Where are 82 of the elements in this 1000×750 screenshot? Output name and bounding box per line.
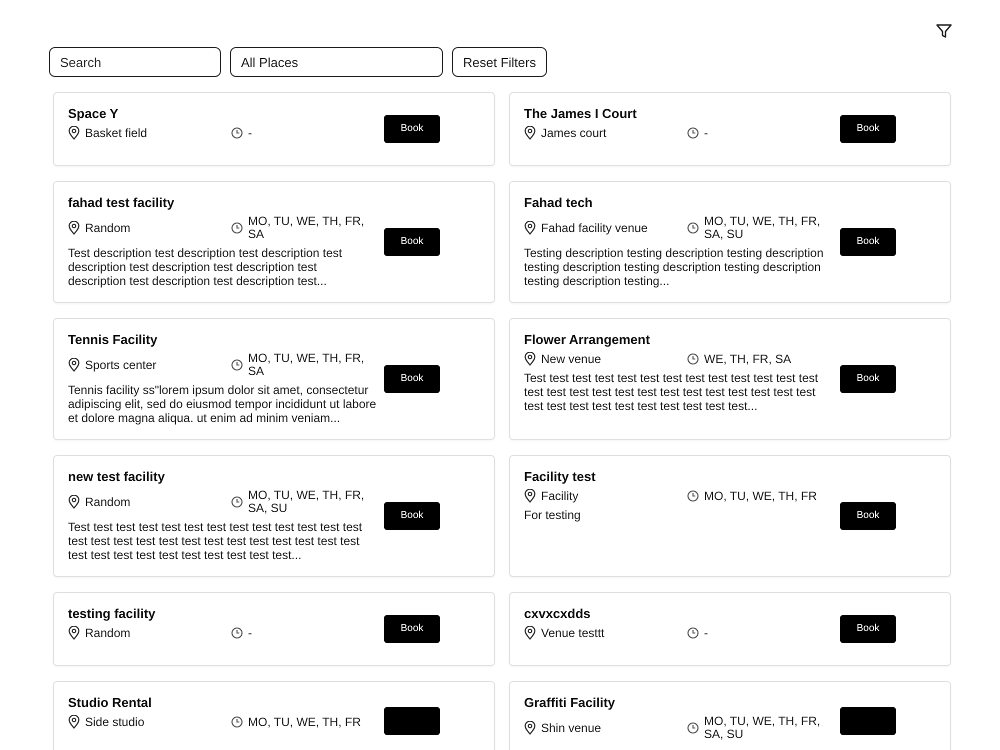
days-text: - [248, 626, 252, 640]
clock-icon [687, 722, 699, 734]
clock-icon [687, 127, 699, 139]
location-text: Shin venue [541, 722, 602, 734]
location-pin-icon [68, 626, 80, 640]
facility-name: Graffiti Facility [524, 695, 616, 710]
location-pin-icon [68, 715, 80, 729]
facility-description: Test test test test test test test test test test test test test test test test test test test test test test test test test test test test test test test test test test test test... [524, 371, 820, 413]
location-text: Random [85, 222, 130, 234]
location-text: New venue [541, 352, 602, 366]
facility-description: For testing [524, 508, 582, 522]
location-text: Side studio [85, 716, 144, 728]
book-button[interactable]: Book [840, 228, 896, 256]
book-button[interactable] [840, 706, 896, 734]
clock-icon [231, 496, 243, 508]
book-button[interactable]: Book [840, 502, 896, 530]
clock-icon [687, 490, 699, 502]
book-button[interactable]: Book [384, 364, 440, 392]
clock-icon [231, 222, 243, 234]
book-button[interactable]: Book [384, 502, 440, 530]
location-text: Facility [541, 490, 578, 502]
facility-name: Facility test [524, 469, 597, 484]
facility-name: Tennis Facility [68, 332, 158, 347]
days-text: MO, TU, WE, TH, FR, SA [248, 352, 366, 378]
location-pin-icon [68, 358, 80, 372]
location-text: Random [85, 496, 130, 508]
book-button[interactable]: Book [840, 364, 896, 392]
facility-name: Studio Rental [68, 695, 153, 710]
book-button[interactable] [384, 706, 440, 734]
clock-icon [231, 716, 243, 728]
book-button[interactable]: Book [840, 614, 896, 642]
facility-name: Fahad tech [524, 195, 594, 210]
facility-name: cxvxcxdds [524, 606, 592, 621]
days-text: MO, TU, WE, TH, FR [704, 490, 817, 502]
search-field[interactable]: Search [49, 47, 221, 77]
days-text: MO, TU, WE, TH, FR, SA [248, 215, 366, 241]
location-pin-icon [524, 352, 536, 366]
location-pin-icon [524, 126, 536, 140]
book-button[interactable]: Book [384, 228, 440, 256]
location-text: James court [541, 126, 606, 140]
clock-icon [231, 359, 243, 371]
location-pin-icon [524, 721, 536, 735]
facility-name: new test facility [68, 469, 166, 484]
location-text: Fahad facility venue [541, 222, 648, 234]
facility-description: Tennis facility ss"lorem ipsum dolor sit amet, consectetur adipiscing elit, sed do eiusmod tempor incididunt ut labore et dolore magna aliqua. ut enim ad minim veniam... [68, 383, 378, 425]
clock-icon [687, 353, 699, 365]
days-text: MO, TU, WE, TH, FR, SA, SU [704, 215, 822, 241]
book-button[interactable]: Book [384, 614, 440, 642]
days-text: - [704, 626, 708, 640]
clock-icon [231, 127, 243, 139]
places-dropdown[interactable]: All Places [230, 47, 443, 77]
book-button[interactable]: Book [840, 114, 896, 142]
clock-icon [687, 627, 699, 639]
facility-name: The James I Court [524, 106, 638, 121]
location-text: Sports center [85, 358, 156, 372]
reset-filters-button[interactable]: Reset Filters [452, 47, 547, 77]
facility-description: Test description test description test description test description test description test description test description test description test description test... [68, 246, 344, 288]
location-pin-icon [68, 495, 80, 509]
clock-icon [231, 627, 243, 639]
location-pin-icon [68, 126, 80, 140]
location-pin-icon [524, 221, 536, 235]
days-text: MO, TU, WE, TH, FR [248, 716, 361, 728]
facility-name: Space Y [68, 106, 120, 121]
days-text: - [704, 126, 708, 140]
location-pin-icon [68, 221, 80, 235]
filter-button[interactable] [935, 22, 953, 40]
facility-name: testing facility [68, 606, 156, 621]
days-text: MO, TU, WE, TH, FR, SA, SU [704, 715, 822, 741]
days-text: MO, TU, WE, TH, FR, SA, SU [248, 489, 366, 515]
facility-description: Test test test test test test test test test test test test test test test test test test test test test test test test test test test test test test test test test test test test... [68, 520, 364, 562]
book-button[interactable]: Book [384, 114, 440, 142]
facility-name: fahad test facility [68, 195, 176, 210]
location-pin-icon [524, 489, 536, 503]
facility-name: Flower Arrangement [524, 332, 651, 347]
days-text: WE, TH, FR, SA [704, 352, 792, 366]
clock-icon [687, 222, 699, 234]
location-text: Venue testtt [541, 626, 604, 640]
days-text: - [248, 126, 252, 140]
location-pin-icon [524, 626, 536, 640]
location-text: Random [85, 626, 130, 640]
facility-description: Testing description testing description testing description testing description testing description testing description testing description testing... [524, 246, 824, 288]
location-text: Basket field [85, 126, 148, 140]
